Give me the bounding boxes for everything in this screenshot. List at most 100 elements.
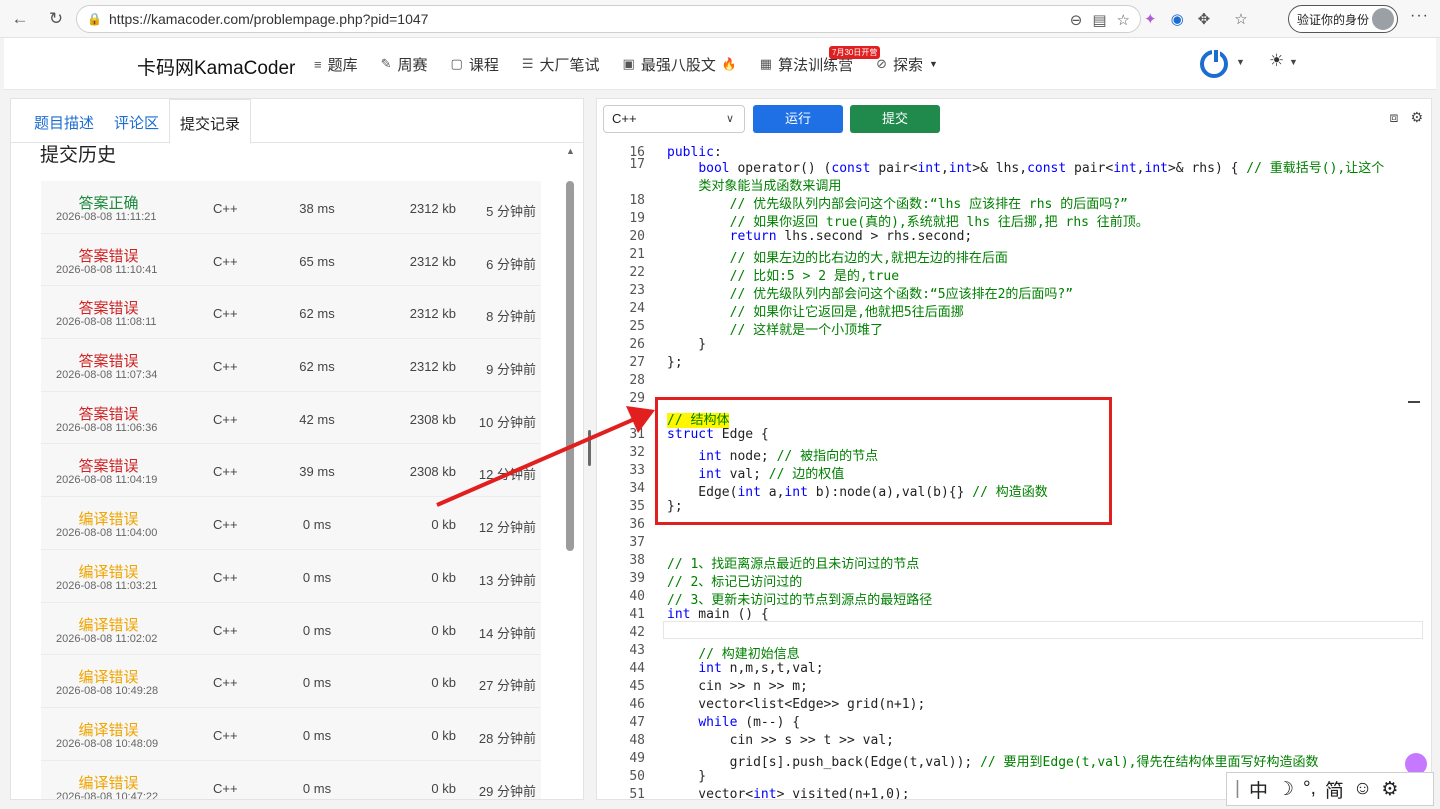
scroll-up-icon[interactable]: ▲ — [566, 146, 575, 156]
code-line[interactable]: // 3、更新未访问过的节点到源点的最短路径 — [667, 589, 932, 608]
code-line[interactable]: while (m--) { — [667, 715, 800, 730]
status-label[interactable]: 编译错误 — [41, 614, 176, 635]
submission-row[interactable]: 编译错误 2026-08-08 10:47:22 C++ 0 ms 0 kb 2… — [41, 760, 541, 800]
code-line[interactable]: cin >> n >> m; — [667, 679, 808, 694]
ime-button-1[interactable]: ☽ — [1277, 778, 1294, 801]
code-line[interactable]: int n,m,s,t,val; — [667, 661, 823, 676]
extension-blue-icon[interactable]: ◉ — [1171, 10, 1184, 28]
submission-row[interactable]: 编译错误 2026-08-08 10:49:28 C++ 0 ms 0 kb 2… — [41, 655, 541, 708]
ime-button-3[interactable]: 简 — [1325, 776, 1344, 803]
code-line[interactable]: return lhs.second > rhs.second; — [667, 229, 973, 244]
status-label[interactable]: 答案错误 — [41, 297, 176, 318]
code-line[interactable]: } — [667, 337, 706, 352]
code-line[interactable]: } — [667, 769, 706, 784]
code-line[interactable]: vector<list<Edge>> grid(n+1); — [667, 697, 925, 712]
status-label[interactable]: 编译错误 — [41, 772, 176, 793]
code-line[interactable]: grid[s].push_back(Edge(t,val)); // 要用到Ed… — [667, 751, 1319, 770]
submission-row[interactable]: 编译错误 2026-08-08 10:48:09 C++ 0 ms 0 kb 2… — [41, 707, 541, 761]
status-label[interactable]: 答案正确 — [41, 192, 176, 213]
run-button[interactable]: 运行 — [753, 105, 843, 133]
code-line[interactable]: // 1、找距离源点最近的且未访问过的节点 — [667, 553, 919, 572]
code-line[interactable]: // 优先级队列内部会问这个函数:“5应该排在2的后面吗?” — [667, 283, 1073, 302]
tab-0[interactable]: 题目描述 — [24, 99, 104, 143]
settings-gear-icon[interactable]: ⚙ — [1410, 109, 1423, 126]
nav-item-1[interactable]: ✎ 周赛 — [381, 54, 428, 75]
submission-row[interactable]: 答案错误 2026-08-08 11:07:34 C++ 62 ms 2312 … — [41, 339, 541, 392]
favorites-icon[interactable]: ☆ — [1234, 10, 1247, 28]
submission-row[interactable]: 编译错误 2026-08-08 11:02:02 C++ 0 ms 0 kb 1… — [41, 602, 541, 656]
code-line[interactable]: vector<int> visited(n+1,0); — [667, 787, 909, 799]
status-label[interactable]: 答案错误 — [41, 403, 176, 424]
status-label[interactable]: 编译错误 — [41, 508, 176, 529]
ime-button-2[interactable]: °, — [1303, 778, 1316, 800]
code-line[interactable]: cin >> s >> t >> val; — [667, 733, 894, 748]
submission-row[interactable]: 答案错误 2026-08-08 11:08:11 C++ 62 ms 2312 … — [41, 286, 541, 340]
status-label[interactable]: 编译错误 — [41, 561, 176, 582]
nav-item-6[interactable]: ⊘ 探索 ▼ — [876, 54, 938, 75]
status-label[interactable]: 答案错误 — [41, 245, 176, 266]
extensions-icon[interactable]: ✥ — [1198, 10, 1211, 28]
submit-button[interactable]: 提交 — [850, 105, 940, 133]
theme-sun-icon[interactable]: ☀ — [1269, 51, 1284, 71]
nav-item-4[interactable]: ▣ 最强八股文 🔥 — [623, 54, 737, 75]
ime-button-4[interactable]: ☺ — [1353, 778, 1372, 800]
submission-row[interactable]: 编译错误 2026-08-08 11:04:00 C++ 0 ms 0 kb 1… — [41, 497, 541, 550]
favorite-star-icon[interactable]: ☆ — [1117, 11, 1130, 29]
site-brand[interactable]: 卡码网KamaCoder — [137, 53, 295, 80]
status-label[interactable]: 答案错误 — [41, 350, 176, 371]
code-line[interactable]: // 如果左边的比右边的大,就把左边的排在后面 — [667, 247, 1008, 266]
code-line[interactable]: // 优先级队列内部会问这个函数:“lhs 应该排在 rhs 的后面吗?” — [667, 193, 1128, 212]
status-label[interactable]: 编译错误 — [41, 666, 176, 687]
tab-1[interactable]: 评论区 — [104, 99, 169, 143]
code-line[interactable]: // 如果你返回 true(真的),系统就把 lhs 往后挪,把 rhs 往前顶… — [667, 211, 1149, 230]
line-number: 18 — [629, 193, 645, 208]
tab-2[interactable]: 提交记录 — [169, 99, 252, 144]
language-select[interactable]: C++ ∨ — [603, 105, 745, 133]
format-code-icon[interactable]: ⧈ — [1390, 109, 1399, 126]
panel-resize-handle[interactable] — [588, 430, 591, 466]
code-line[interactable]: // 比如:5 > 2 是的,true — [667, 265, 899, 284]
status-label[interactable]: 答案错误 — [41, 455, 176, 476]
line-number: 21 — [629, 247, 645, 262]
code-line[interactable]: }; — [667, 355, 683, 370]
power-icon[interactable] — [1200, 48, 1228, 78]
runtime-cell: 0 ms — [302, 780, 332, 796]
more-menu-icon[interactable]: ··· — [1410, 7, 1429, 25]
submission-row[interactable]: 答案错误 2026-08-08 11:04:19 C++ 39 ms 2308 … — [41, 444, 541, 498]
submission-row[interactable]: 编译错误 2026-08-08 11:03:21 C++ 0 ms 0 kb 1… — [41, 549, 541, 603]
code-line[interactable]: // 构建初始信息 — [667, 643, 799, 662]
address-bar[interactable]: 🔒 https://kamacoder.com/problempage.php?… — [76, 5, 1141, 33]
profile-button[interactable]: 验证你的身份 — [1288, 5, 1398, 33]
refresh-icon[interactable]: ↻ — [40, 3, 72, 35]
submission-row[interactable]: 答案错误 2026-08-08 11:10:41 C++ 65 ms 2312 … — [41, 233, 541, 287]
list-icon: ≡ — [314, 56, 322, 72]
code-line[interactable]: // 如果你让它返回是,他就把5往后面挪 — [667, 301, 964, 320]
line-number: 26 — [629, 337, 645, 352]
submit-time: 2026-08-08 10:47:22 — [56, 790, 159, 800]
code-line[interactable]: 类对象能当成函数来调用 — [667, 175, 841, 194]
chevron-down-icon[interactable]: ▼ — [1289, 57, 1298, 67]
line-number: 34 — [629, 481, 645, 496]
submission-row[interactable]: 答案错误 2026-08-08 11:06:36 C++ 42 ms 2308 … — [41, 391, 541, 445]
back-icon[interactable]: ← — [4, 3, 36, 35]
nav-item-0[interactable]: ≡ 题库 — [314, 54, 358, 75]
ime-button-5[interactable]: ⚙ — [1381, 778, 1398, 801]
scrollbar[interactable] — [566, 181, 574, 551]
status-label[interactable]: 编译错误 — [41, 719, 176, 740]
code-line[interactable]: int main () { — [667, 607, 769, 622]
nav-item-2[interactable]: ▢ 课程 — [451, 54, 499, 75]
submit-time: 2026-08-08 11:04:19 — [56, 474, 158, 487]
zoom-icon[interactable]: ⊖ — [1070, 11, 1083, 29]
nav-item-3[interactable]: ☰ 大厂笔试 — [522, 54, 600, 75]
chevron-down-icon[interactable]: ▼ — [1236, 57, 1245, 67]
ime-grip[interactable]: | — [1235, 778, 1240, 800]
copilot-icon[interactable]: ✦ — [1144, 10, 1157, 28]
code-line[interactable]: // 2、标记已访问过的 — [667, 571, 802, 590]
line-number: 31 — [629, 427, 645, 442]
ime-button-0[interactable]: 中 — [1249, 776, 1268, 803]
code-line[interactable]: bool operator() (const pair<int,int>& lh… — [667, 157, 1384, 176]
code-line[interactable]: // 这样就是一个小顶堆了 — [667, 319, 883, 338]
nav-label: 题库 — [327, 56, 358, 74]
submission-row[interactable]: 答案正确 2026-08-08 11:11:21 C++ 38 ms 2312 … — [41, 181, 541, 234]
reader-icon[interactable]: ▤ — [1092, 11, 1106, 29]
